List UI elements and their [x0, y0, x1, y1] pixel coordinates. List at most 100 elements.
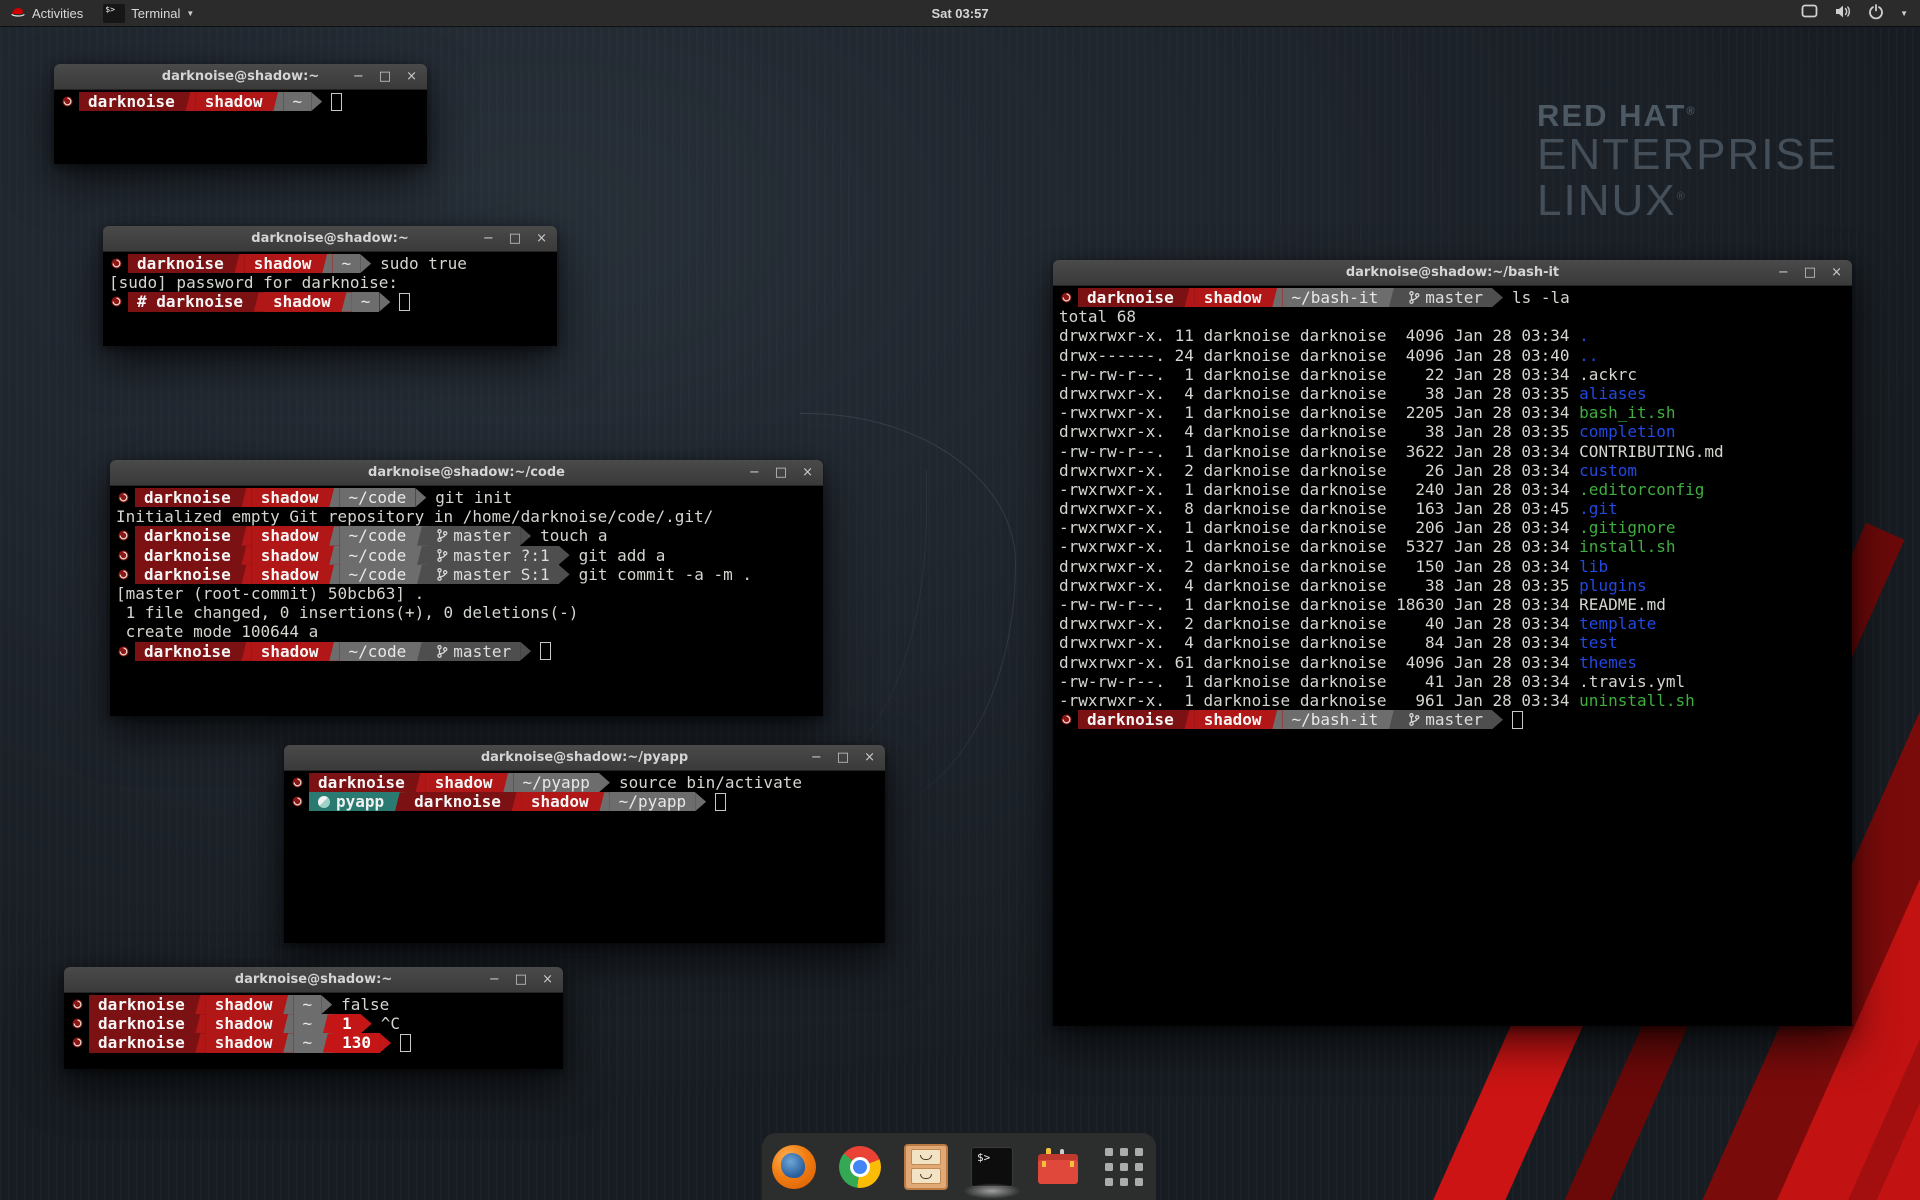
close-button[interactable]: × [802, 466, 813, 479]
command-text: ^C [381, 1014, 400, 1033]
terminal-window-w3: darknoise@shadow:~/code−□×darknoiseshado… [110, 460, 823, 716]
terminal-body[interactable]: darknoiseshadow~falsedarknoiseshadow~1^C… [64, 992, 563, 1069]
dock-files[interactable] [902, 1143, 950, 1191]
window-buttons: − □ × [483, 226, 547, 251]
window-titlebar[interactable]: darknoise@shadow:~/bash-it−□× [1053, 260, 1852, 286]
powerline-separator [321, 1014, 333, 1033]
prompt-line: darknoiseshadow~/codemaster ?:1git add a [116, 546, 817, 565]
prompt-segment-path: ~ [333, 254, 361, 273]
window-titlebar[interactable]: darknoise@shadow:~/code−□× [110, 460, 823, 486]
prompt-segment-user: darknoise [309, 773, 414, 792]
file-name: custom [1579, 461, 1637, 480]
prompt-segment-user: darknoise [1078, 710, 1183, 729]
command-text: ls -la [1512, 288, 1570, 307]
window-buttons: − □ × [1778, 260, 1842, 285]
powerline-separator [328, 642, 340, 661]
prompt-segment-path: ~/code [340, 488, 416, 507]
file-name: template [1579, 614, 1656, 633]
close-button[interactable]: × [1831, 266, 1842, 279]
powerline-separator [194, 995, 206, 1014]
window-titlebar[interactable]: darknoise@shadow:~−□× [54, 64, 427, 90]
minimize-button[interactable]: − [1778, 266, 1789, 279]
file-list-row: drwxrwxr-x. 2 darknoise darknoise 40 Jan… [1059, 614, 1846, 633]
powerline-arrow [311, 92, 322, 111]
terminal-body[interactable]: darknoiseshadow~/bash-itmasterls -latota… [1053, 285, 1852, 1026]
window-titlebar[interactable]: darknoise@shadow:~−□× [64, 967, 563, 993]
command-text: touch a [540, 526, 607, 545]
file-name: completion [1579, 422, 1675, 441]
window-titlebar[interactable]: darknoise@shadow:~−□× [103, 226, 557, 252]
minimize-button[interactable]: − [353, 70, 364, 83]
terminal-cursor [399, 293, 410, 311]
dock-firefox[interactable] [770, 1143, 818, 1191]
minimize-button[interactable]: − [811, 751, 822, 764]
prompt-segment-user: darknoise [135, 642, 240, 661]
activities-button[interactable]: Activities [0, 0, 93, 26]
firefox-icon [772, 1145, 816, 1189]
dock-app-grid[interactable] [1100, 1143, 1148, 1191]
command-text: source bin/activate [619, 773, 802, 792]
window-buttons: − □ × [353, 64, 417, 89]
file-list-row: -rwxrwxr-x. 1 darknoise darknoise 961 Ja… [1059, 691, 1846, 710]
prompt-segment-user: darknoise [135, 488, 240, 507]
file-name: README.md [1579, 595, 1666, 614]
prompt-segment-user: darknoise [89, 1014, 194, 1033]
powerline-arrow [559, 546, 570, 565]
app-menu-label: Terminal [131, 6, 180, 21]
prompt-icon [70, 995, 89, 1014]
terminal-cursor [1512, 711, 1523, 729]
maximize-button[interactable]: □ [775, 466, 787, 479]
file-list-row: drwx------. 24 darknoise darknoise 4096 … [1059, 346, 1846, 365]
python-venv-icon [318, 796, 330, 808]
prompt-segment-user: # darknoise [128, 292, 252, 311]
powerline-separator [282, 995, 294, 1014]
windows-layer: darknoise@shadow:~−□×darknoiseshadow~dar… [0, 0, 1920, 1200]
system-status-area[interactable]: ▼ [1789, 0, 1920, 26]
minimize-button[interactable]: − [489, 973, 500, 986]
window-titlebar[interactable]: darknoise@shadow:~/pyapp−□× [284, 745, 885, 771]
file-list-row: -rw-rw-r--. 1 darknoise darknoise 18630 … [1059, 595, 1846, 614]
file-name: .ackrc [1579, 365, 1637, 384]
file-name: .travis.yml [1579, 672, 1685, 691]
file-cabinet-icon [904, 1144, 948, 1190]
powerline-separator [328, 565, 340, 584]
prompt-icon [116, 642, 135, 661]
close-button[interactable]: × [542, 973, 553, 986]
terminal-body[interactable]: darknoiseshadow~ [54, 89, 427, 164]
close-button[interactable]: × [406, 70, 417, 83]
dock-terminal[interactable]: $> [968, 1143, 1016, 1191]
top-bar: Activities $> Terminal ▼ Sat 03:57 ▼ [0, 0, 1920, 26]
close-button[interactable]: × [536, 232, 547, 245]
file-attributes: drwxrwxr-x. 4 darknoise darknoise 38 Jan… [1059, 384, 1579, 403]
file-list-row: -rw-rw-r--. 1 darknoise darknoise 3622 J… [1059, 442, 1846, 461]
maximize-button[interactable]: □ [515, 973, 527, 986]
prompt-segment-git: master [1399, 288, 1492, 307]
minimize-button[interactable]: − [483, 232, 494, 245]
prompt-segment-host: shadow [264, 292, 340, 311]
file-name: themes [1579, 653, 1637, 672]
maximize-button[interactable]: □ [379, 70, 391, 83]
dock-toolbox[interactable] [1034, 1143, 1082, 1191]
prompt-segment-git: master [1399, 710, 1492, 729]
powerline-arrow [380, 1033, 391, 1052]
powerline-separator [415, 526, 427, 545]
clock[interactable]: Sat 03:57 [931, 6, 988, 21]
terminal-body[interactable]: darknoiseshadow~/codegit initInitialized… [110, 485, 823, 716]
terminal-cursor [331, 93, 342, 111]
maximize-button[interactable]: □ [509, 232, 521, 245]
terminal-body[interactable]: darknoiseshadow~sudo true[sudo] password… [103, 251, 557, 346]
maximize-button[interactable]: □ [1804, 266, 1816, 279]
file-list-row: drwxrwxr-x. 11 darknoise darknoise 4096 … [1059, 326, 1846, 345]
app-menu-terminal[interactable]: $> Terminal ▼ [93, 0, 204, 26]
terminal-body[interactable]: darknoiseshadow~/pyappsource bin/activat… [284, 770, 885, 943]
powerline-arrow [520, 642, 531, 661]
file-attributes: drwxrwxr-x. 4 darknoise darknoise 84 Jan… [1059, 633, 1579, 652]
prompt-segment-host: shadow [252, 565, 328, 584]
maximize-button[interactable]: □ [837, 751, 849, 764]
prompt-line: darknoiseshadow~/bash-itmasterls -la [1059, 288, 1846, 307]
powerline-separator [194, 1014, 206, 1033]
close-button[interactable]: × [864, 751, 875, 764]
minimize-button[interactable]: − [749, 466, 760, 479]
desktop: { "top_bar": { "activities": "Activities… [0, 0, 1920, 1200]
dock-chrome[interactable] [836, 1143, 884, 1191]
